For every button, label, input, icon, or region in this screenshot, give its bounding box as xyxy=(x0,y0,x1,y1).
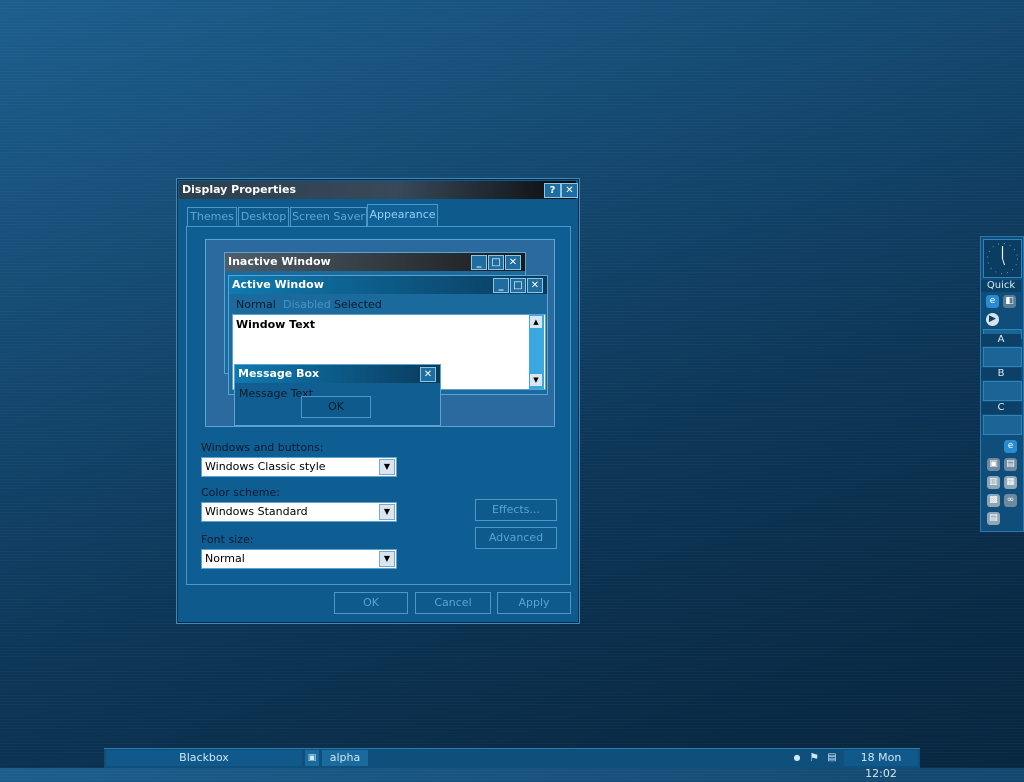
preview-menu-normal: Normal xyxy=(236,298,276,311)
windows-buttons-label: Windows and buttons: xyxy=(201,441,324,454)
preview-close-icon: ✕ xyxy=(505,255,521,270)
internet-icon[interactable]: e xyxy=(1004,440,1017,453)
dialog-titlebar[interactable]: Display Properties ? ✕ xyxy=(179,181,578,199)
preview-maximize-icon: □ xyxy=(488,255,504,270)
preview-minimize-icon: _ xyxy=(471,255,487,270)
tab-appearance[interactable]: Appearance xyxy=(367,204,438,227)
advanced-button[interactable]: Advanced xyxy=(475,527,557,549)
computer-icon[interactable]: ▤ xyxy=(1004,458,1017,471)
recycle-icon[interactable]: ▩ xyxy=(987,494,1000,507)
bin-icon[interactable]: ▤ xyxy=(987,512,1000,525)
preview-message-title: Message Box xyxy=(238,367,320,380)
appearance-preview: Inactive Window _ □ ✕ Active Window _ □ … xyxy=(205,239,555,427)
right-dock: Quick e ◧ ▶ A B C e ▣ ▤ ▥ ▦ ▩ ∞ ▤ xyxy=(980,236,1024,532)
windows-buttons-value: Windows Classic style xyxy=(205,460,326,473)
tab-themes[interactable]: Themes xyxy=(187,207,237,226)
tab-desktop[interactable]: Desktop xyxy=(238,207,289,226)
quick-launch-label: Quick xyxy=(981,280,1021,292)
task-alpha[interactable]: alpha xyxy=(322,750,368,766)
dock-slot-a[interactable] xyxy=(983,347,1022,367)
apply-button[interactable]: Apply xyxy=(497,592,571,614)
dialog-title: Display Properties xyxy=(182,183,297,196)
window-menu-icon[interactable]: ▣ xyxy=(305,750,319,766)
color-scheme-value: Windows Standard xyxy=(205,505,308,518)
dock-slot-a-label: A xyxy=(981,334,1021,346)
preview-active-maximize-icon: □ xyxy=(510,278,526,293)
preview-message-box: Message Box ✕ Message Text OK xyxy=(234,364,441,426)
clock-text: 18 Mon 12:02 xyxy=(844,750,918,780)
dock-system-icons: e ▣ ▤ ▥ ▦ ▩ ∞ ▤ xyxy=(983,437,1020,527)
network-icon[interactable]: ▣ xyxy=(987,458,1000,471)
chevron-down-icon[interactable]: ▼ xyxy=(379,459,395,475)
dock-slot-b[interactable] xyxy=(983,381,1022,401)
preview-menu-disabled: Disabled xyxy=(283,298,331,311)
display-properties-dialog: Display Properties ? ✕ Themes Desktop Sc… xyxy=(176,178,580,624)
dock-slot-c[interactable] xyxy=(983,415,1022,435)
preview-message-close-icon: ✕ xyxy=(420,367,436,382)
color-scheme-select[interactable]: Windows Standard ▼ xyxy=(201,502,397,522)
preview-active-minimize-icon: _ xyxy=(493,278,509,293)
preview-active-close-icon: ✕ xyxy=(527,278,543,293)
windows-buttons-select[interactable]: Windows Classic style ▼ xyxy=(201,457,397,477)
clock-icon xyxy=(987,243,1018,274)
explorer-icon[interactable]: ◧ xyxy=(1003,295,1016,308)
clock-widget xyxy=(983,239,1022,278)
effects-button[interactable]: Effects... xyxy=(475,499,557,521)
preview-message-titlebar: Message Box ✕ xyxy=(235,365,440,383)
preview-active-title: Active Window xyxy=(232,278,324,291)
cancel-button[interactable]: Cancel xyxy=(415,592,491,614)
close-button[interactable]: ✕ xyxy=(561,183,578,198)
preview-window-text: Window Text xyxy=(236,318,316,331)
taskbar: Blackbox ▣ alpha ● ⚑ ▤ 18 Mon 12:02 xyxy=(104,748,920,780)
media-player-icon[interactable]: ▶ xyxy=(986,313,999,326)
printer-icon[interactable]: ▦ xyxy=(1004,476,1017,489)
browser-icon[interactable]: e xyxy=(986,295,999,308)
font-size-select[interactable]: Normal ▼ xyxy=(201,549,397,569)
help-button[interactable]: ? xyxy=(544,183,561,198)
preview-inactive-titlebar: Inactive Window _ □ ✕ xyxy=(225,253,525,271)
network-tray-icon[interactable]: ⚑ xyxy=(807,750,821,766)
trash-icon[interactable]: ▥ xyxy=(987,476,1000,489)
preview-scrollbar: ▲ ▼ xyxy=(529,315,544,389)
workspace-name[interactable]: Blackbox xyxy=(106,750,302,766)
preview-active-titlebar: Active Window _ □ ✕ xyxy=(229,276,547,294)
color-scheme-label: Color scheme: xyxy=(201,486,280,499)
preview-menu-selected: Selected xyxy=(334,298,382,311)
preview-ok-button: OK xyxy=(301,396,371,418)
link-icon[interactable]: ∞ xyxy=(1004,494,1017,507)
preview-inactive-title: Inactive Window xyxy=(228,255,331,268)
volume-tray-icon[interactable]: ▤ xyxy=(826,750,838,766)
ok-button[interactable]: OK xyxy=(334,592,408,614)
tab-screen-saver[interactable]: Screen Saver xyxy=(290,207,367,226)
font-size-value: Normal xyxy=(205,552,245,565)
tray-dot-icon: ● xyxy=(793,753,801,762)
chevron-down-icon[interactable]: ▼ xyxy=(379,504,395,520)
dock-slot-b-label: B xyxy=(981,368,1021,380)
chevron-down-icon[interactable]: ▼ xyxy=(379,551,395,567)
scroll-down-icon: ▼ xyxy=(530,374,542,386)
font-size-label: Font size: xyxy=(201,533,254,546)
appearance-panel: Inactive Window _ □ ✕ Active Window _ □ … xyxy=(186,226,571,585)
dock-slot-c-label: C xyxy=(981,402,1021,414)
scroll-up-icon: ▲ xyxy=(530,316,542,328)
